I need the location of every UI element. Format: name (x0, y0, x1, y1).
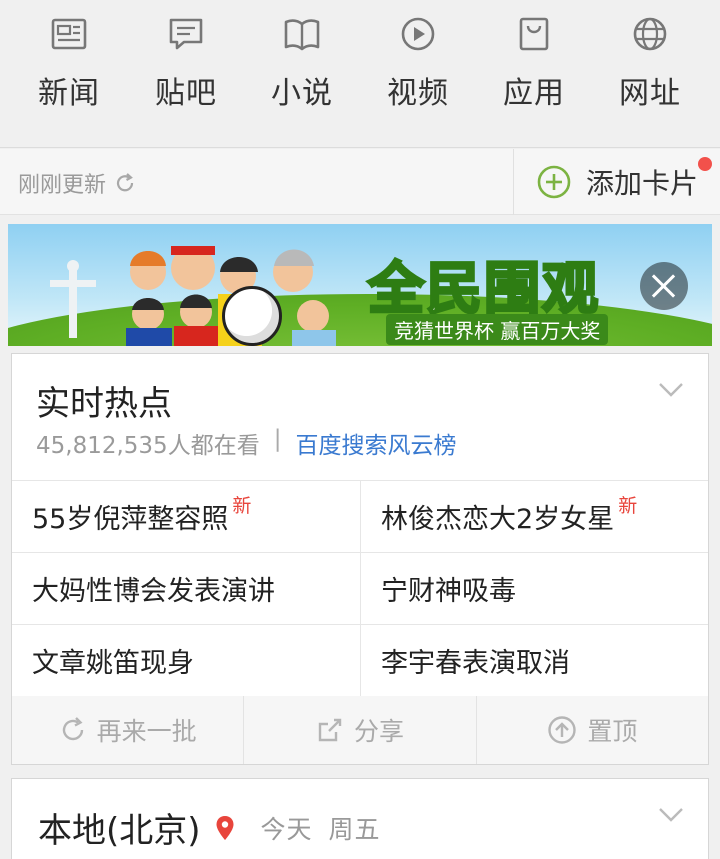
book-icon (284, 19, 320, 51)
chat-bubble-icon (169, 18, 203, 50)
hot-topics-grid: 55岁倪萍整容照 新 林俊杰恋大2岁女星 新 大妈性博会发表演讲 宁财神吸毒 文… (12, 480, 708, 697)
nav-item-label: 小说 (271, 76, 333, 111)
news-icon (51, 18, 87, 50)
pin-label: 置顶 (587, 717, 638, 746)
refresh-icon (116, 173, 134, 192)
hot-topic-item[interactable]: 李宇春表演取消 (360, 625, 708, 696)
hot-topic-text: 大妈性博会发表演讲 (32, 576, 275, 607)
status-bar: 刚刚更新 添加卡片 (0, 149, 720, 215)
top-nav: 新闻 贴吧 小说 视频 应用 网址 (0, 0, 720, 148)
nav-item-label: 视频 (387, 76, 449, 111)
refresh-status[interactable]: 刚刚更新 (18, 167, 136, 199)
promo-banner[interactable]: 全民围观 竞猜世界杯 赢百万大奖 (8, 224, 712, 346)
hot-topic-text: 李宇春表演取消 (381, 648, 570, 679)
hot-topic-text: 55岁倪萍整容照 (32, 504, 229, 535)
refresh-label: 再来一批 (96, 717, 197, 746)
separator: | (273, 426, 282, 452)
hot-topic-text: 文章姚笛现身 (32, 648, 194, 679)
hot-topic-item[interactable]: 宁财神吸毒 (360, 553, 708, 624)
local-card: 本地(北京) 今天 周五 (11, 778, 709, 859)
card-actions: 再来一批 分享 置顶 (12, 696, 708, 764)
date-weekday: 周五 (328, 814, 381, 844)
nav-item-video[interactable]: 视频 (360, 14, 476, 114)
hot-row: 文章姚笛现身 李宇春表演取消 (12, 625, 708, 697)
share-button[interactable]: 分享 (243, 696, 475, 764)
plus-circle-icon (537, 165, 571, 199)
city-name: 本地(北京) (38, 811, 201, 851)
refresh-batch-button[interactable]: 再来一批 (12, 696, 243, 764)
globe-icon (633, 17, 667, 51)
hot-topics-card: 实时热点 45,812,535人都在看 | 百度搜索风云榜 55岁倪萍整容照 新… (11, 353, 709, 765)
soccer-ball-illustration (222, 286, 282, 346)
nav-item-novel[interactable]: 小说 (244, 14, 360, 114)
nav-item-label: 应用 (503, 76, 565, 111)
card-title: 实时热点 (36, 384, 172, 424)
hot-topic-item[interactable]: 文章姚笛现身 (12, 625, 360, 696)
bag-icon (519, 17, 549, 51)
nav-item-label: 网址 (619, 76, 681, 111)
hot-row: 大妈性博会发表演讲 宁财神吸毒 (12, 553, 708, 625)
new-badge: 新 (618, 495, 638, 517)
add-card-label: 添加卡片 (586, 167, 699, 200)
nav-item-label: 贴吧 (155, 76, 217, 111)
ranking-link[interactable]: 百度搜索风云榜 (295, 426, 456, 460)
nav-item-news[interactable]: 新闻 (11, 14, 127, 114)
chevron-down-icon[interactable] (658, 376, 684, 402)
date-day: 今天 (260, 814, 313, 844)
chevron-down-icon[interactable] (658, 801, 684, 827)
share-icon (318, 718, 342, 742)
location-pin-icon (216, 815, 234, 840)
new-badge: 新 (232, 495, 252, 517)
hot-topic-item[interactable]: 大妈性博会发表演讲 (12, 553, 360, 624)
banner-title: 全民围观 (367, 256, 600, 324)
share-label: 分享 (353, 717, 404, 746)
hot-topic-item[interactable]: 林俊杰恋大2岁女星 新 (360, 481, 708, 552)
hot-topic-text: 林俊杰恋大2岁女星 (381, 504, 615, 535)
refresh-icon (62, 717, 83, 741)
statue-illustration (50, 260, 96, 338)
add-card-button[interactable]: 添加卡片 (513, 149, 720, 215)
card-subtitle: 45,812,535人都在看 | 百度搜索风云榜 (36, 426, 456, 460)
arrow-up-circle-icon (548, 716, 577, 744)
pin-top-button[interactable]: 置顶 (475, 696, 708, 764)
updated-text: 刚刚更新 (18, 173, 107, 198)
location-header[interactable]: 本地(北京) 今天 周五 (38, 803, 381, 852)
hot-topic-text: 宁财神吸毒 (381, 576, 516, 607)
nav-item-apps[interactable]: 应用 (476, 14, 592, 114)
banner-subtitle: 竞猜世界杯 赢百万大奖 (386, 314, 609, 345)
banner-close-button[interactable] (640, 262, 688, 310)
notification-dot (698, 157, 712, 171)
play-circle-icon (401, 17, 435, 51)
nav-item-sites[interactable]: 网址 (592, 14, 708, 114)
nav-item-tieba[interactable]: 贴吧 (128, 14, 244, 114)
hot-topic-item[interactable]: 55岁倪萍整容照 新 (12, 481, 360, 552)
viewer-count: 45,812,535人都在看 (36, 433, 260, 459)
hot-row: 55岁倪萍整容照 新 林俊杰恋大2岁女星 新 (12, 481, 708, 553)
nav-item-label: 新闻 (38, 76, 100, 111)
